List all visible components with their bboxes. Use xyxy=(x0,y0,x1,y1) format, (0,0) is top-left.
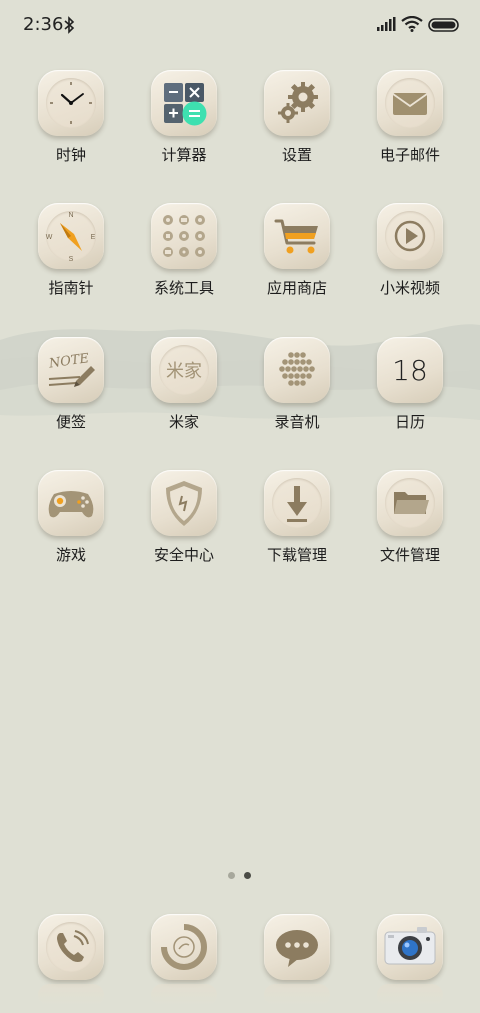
tools-folder-icon xyxy=(163,215,205,257)
battery-icon xyxy=(428,18,459,32)
downloads-tile xyxy=(264,470,330,536)
files-tile xyxy=(377,470,443,536)
dock-reflection xyxy=(38,984,104,1006)
phone-icon xyxy=(57,930,89,962)
app-mi-video[interactable]: 小米视频 xyxy=(360,203,460,315)
calculator-icon xyxy=(164,83,207,126)
app-compass[interactable]: N S E W 指南针 xyxy=(21,203,121,315)
calendar-day: 18 xyxy=(392,354,428,387)
status-bar: 2:36 xyxy=(0,0,480,52)
shield-icon xyxy=(166,481,202,526)
app-file-manager[interactable]: 文件管理 xyxy=(360,470,460,582)
app-label: 米家 xyxy=(168,413,199,431)
app-calendar[interactable]: 18 日历 xyxy=(360,337,460,449)
app-label: 小米视频 xyxy=(379,279,440,297)
games-tile xyxy=(38,470,104,536)
app-email[interactable]: 电子邮件 xyxy=(360,70,460,182)
app-security[interactable]: 安全中心 xyxy=(134,470,234,582)
app-label: 下载管理 xyxy=(266,546,327,564)
compass-s: S xyxy=(69,256,74,263)
shopping-cart-icon xyxy=(274,219,318,254)
messages-tile xyxy=(264,914,330,980)
bluetooth-icon xyxy=(64,16,75,34)
dock-browser[interactable] xyxy=(134,914,234,1010)
app-label: 指南针 xyxy=(48,279,94,297)
status-time: 2:36 xyxy=(23,14,64,35)
app-calculator[interactable]: 计算器 xyxy=(134,70,234,182)
app-label: 便签 xyxy=(55,413,86,431)
app-label: 时钟 xyxy=(55,146,86,164)
mijia-icon: 米家 xyxy=(166,361,202,382)
gear-icon xyxy=(278,82,318,123)
messages-icon xyxy=(276,930,318,967)
play-icon xyxy=(394,220,426,252)
browser-icon xyxy=(161,924,207,970)
recorder-tile xyxy=(264,337,330,403)
camera-tile xyxy=(377,914,443,980)
app-label: 电子邮件 xyxy=(379,146,440,164)
app-label: 应用商店 xyxy=(266,279,327,297)
app-mijia[interactable]: 米家 米家 xyxy=(134,337,234,449)
app-settings[interactable]: 设置 xyxy=(247,70,347,182)
mijia-icon-text: 米家 xyxy=(166,361,202,382)
dock-reflection xyxy=(264,984,330,1006)
page-dot-1[interactable] xyxy=(228,872,235,879)
app-label: 计算器 xyxy=(161,146,207,164)
page-dot-2-active[interactable] xyxy=(244,872,251,879)
app-system-tools[interactable]: 系统工具 xyxy=(134,203,234,315)
mijia-tile: 米家 xyxy=(151,337,217,403)
recorder-icon xyxy=(279,352,315,386)
dock-messages[interactable] xyxy=(247,914,347,1010)
app-label: 安全中心 xyxy=(153,546,214,564)
note-icon: NOTE xyxy=(47,351,95,387)
app-store[interactable]: 应用商店 xyxy=(247,203,347,315)
dock-reflection xyxy=(151,984,217,1006)
compass-icon: N S E W xyxy=(46,212,96,263)
app-label: 文件管理 xyxy=(379,546,440,564)
note-icon-text: NOTE xyxy=(47,351,90,372)
compass-n: N xyxy=(68,212,73,219)
page-indicator xyxy=(226,872,256,882)
security-tile xyxy=(151,470,217,536)
store-tile xyxy=(264,203,330,269)
camera-icon xyxy=(384,927,436,965)
browser-tile xyxy=(151,914,217,980)
calendar-tile: 18 xyxy=(377,337,443,403)
mail-icon xyxy=(392,93,428,115)
email-tile xyxy=(377,70,443,136)
dock-reflection xyxy=(377,984,443,1006)
app-notes[interactable]: NOTE 便签 xyxy=(21,337,121,449)
calculator-tile xyxy=(151,70,217,136)
tools-tile xyxy=(151,203,217,269)
notes-tile: NOTE xyxy=(38,337,104,403)
app-label: 录音机 xyxy=(274,413,320,431)
app-label: 日历 xyxy=(394,413,425,431)
app-games[interactable]: 游戏 xyxy=(21,470,121,582)
compass-w: W xyxy=(46,234,53,241)
settings-tile xyxy=(264,70,330,136)
app-label: 设置 xyxy=(281,146,312,164)
calendar-icon: 18 xyxy=(392,354,428,387)
clock-tile xyxy=(38,70,104,136)
folder-icon xyxy=(394,492,429,514)
app-label: 游戏 xyxy=(55,546,86,564)
phone-tile xyxy=(38,914,104,980)
dock-camera[interactable] xyxy=(360,914,460,1010)
download-icon xyxy=(287,486,307,522)
app-downloads[interactable]: 下载管理 xyxy=(247,470,347,582)
app-recorder[interactable]: 录音机 xyxy=(247,337,347,449)
app-label: 系统工具 xyxy=(153,279,214,297)
compass-tile: N S E W xyxy=(38,203,104,269)
video-tile xyxy=(377,203,443,269)
app-clock[interactable]: 时钟 xyxy=(21,70,121,182)
gamepad-icon xyxy=(48,491,94,518)
dock-phone[interactable] xyxy=(21,914,121,1010)
signal-icon xyxy=(377,17,396,31)
clock-icon xyxy=(50,82,92,124)
wifi-icon xyxy=(401,16,423,32)
compass-e: E xyxy=(91,234,96,241)
